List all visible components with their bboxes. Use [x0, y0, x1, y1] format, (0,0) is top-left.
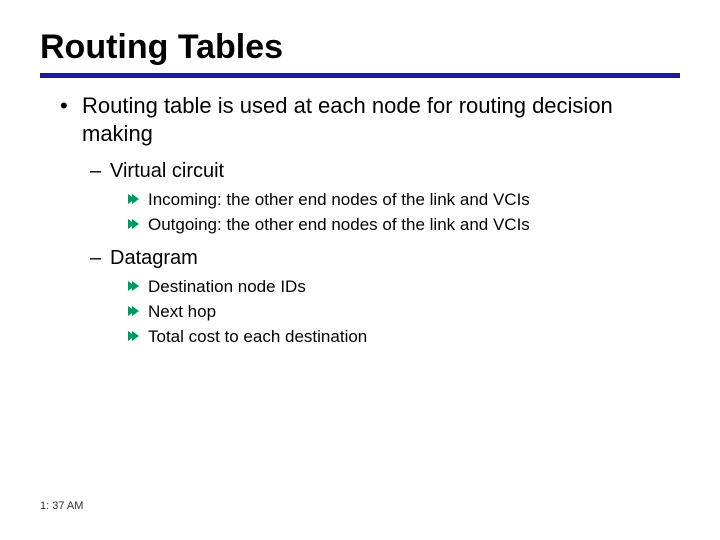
- slide: Routing Tables Routing table is used at …: [0, 0, 720, 540]
- arrow-icon: [126, 279, 140, 293]
- bullet-level2: Virtual circuit: [40, 158, 680, 185]
- bullet-text: Destination node IDs: [148, 277, 306, 296]
- bullet-level3: Incoming: the other end nodes of the lin…: [40, 189, 680, 212]
- timestamp: 1: 37 AM: [40, 500, 83, 512]
- bullet-level3: Next hop: [40, 301, 680, 324]
- bullet-level1: Routing table is used at each node for r…: [40, 92, 680, 148]
- bullet-text: Total cost to each destination: [148, 327, 367, 346]
- bullet-level3: Outgoing: the other end nodes of the lin…: [40, 214, 680, 237]
- bullet-text: Next hop: [148, 302, 216, 321]
- bullet-level3: Destination node IDs: [40, 276, 680, 299]
- arrow-icon: [126, 217, 140, 231]
- arrow-icon: [126, 329, 140, 343]
- bullet-text: Outgoing: the other end nodes of the lin…: [148, 215, 530, 234]
- arrow-icon: [126, 304, 140, 318]
- slide-title: Routing Tables: [40, 28, 680, 67]
- slide-body: Routing table is used at each node for r…: [40, 78, 680, 349]
- bullet-text: Datagram: [110, 247, 198, 269]
- bullet-level2: Datagram: [40, 245, 680, 272]
- arrow-icon: [126, 192, 140, 206]
- bullet-text: Virtual circuit: [110, 160, 224, 182]
- bullet-text: Incoming: the other end nodes of the lin…: [148, 190, 530, 209]
- bullet-text: Routing table is used at each node for r…: [82, 93, 613, 146]
- bullet-level3: Total cost to each destination: [40, 326, 680, 349]
